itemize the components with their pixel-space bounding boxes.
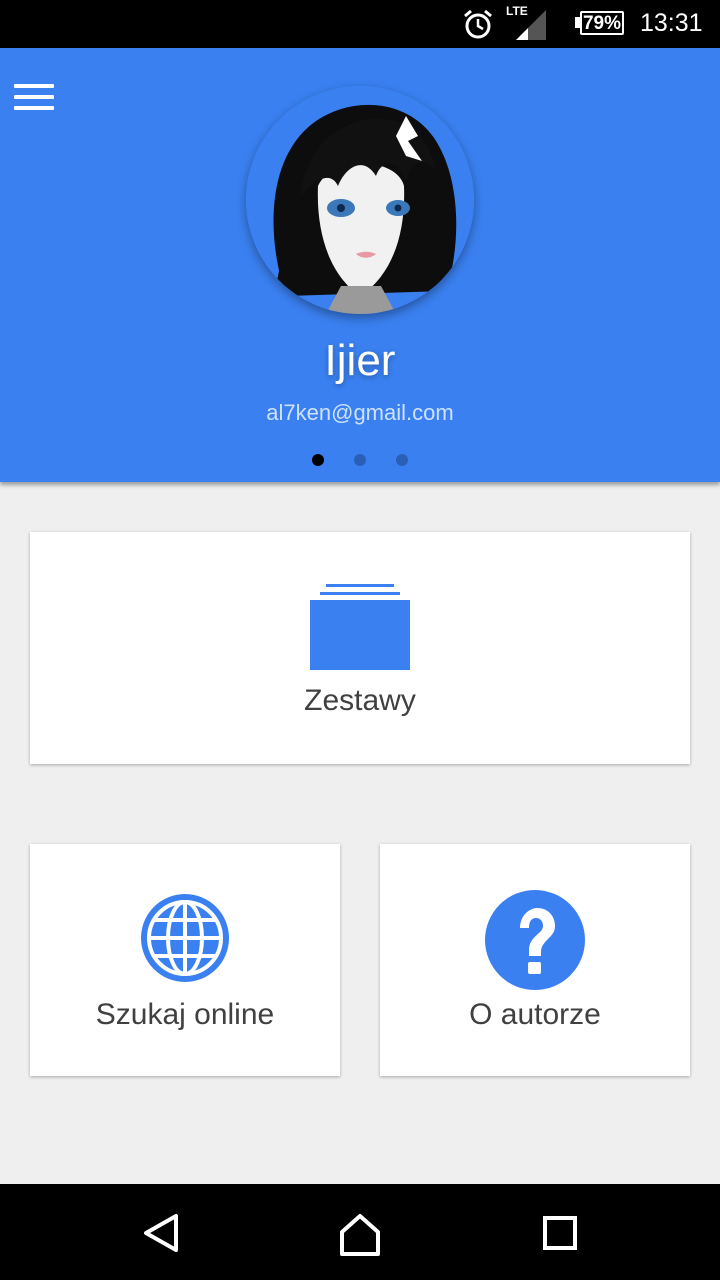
page-indicator (0, 454, 720, 468)
signal-icon (516, 10, 546, 40)
back-icon[interactable] (130, 1208, 190, 1258)
sets-tile[interactable]: Zestawy (30, 532, 690, 764)
help-circle-icon (485, 890, 585, 990)
search-online-tile[interactable]: Szukaj online (30, 844, 340, 1076)
about-author-label: O autorze (469, 998, 601, 1031)
navigation-bar (0, 1184, 720, 1280)
page-indicator-dot-3[interactable] (396, 454, 408, 466)
user-email: al7ken@gmail.com (266, 400, 454, 425)
alarm-icon (464, 9, 492, 39)
home-icon[interactable] (330, 1208, 390, 1258)
page-indicator-dot-2[interactable] (354, 454, 366, 466)
search-online-label: Szukaj online (95, 998, 275, 1031)
status-bar: LTE 79% 13:31 (0, 0, 720, 48)
avatar-image (246, 86, 474, 314)
battery-level: 79% (580, 11, 624, 35)
about-author-tile[interactable]: O autorze (380, 844, 690, 1076)
profile-header: Ijier al7ken@gmail.com (0, 48, 720, 482)
folder-stack-icon (310, 584, 410, 670)
recents-icon[interactable] (530, 1208, 590, 1258)
sets-label: Zestawy (304, 684, 416, 717)
hamburger-menu-icon[interactable] (8, 74, 60, 120)
avatar[interactable] (246, 86, 474, 314)
page-indicator-dot-1[interactable] (312, 454, 324, 466)
user-name: Ijier (324, 336, 396, 385)
globe-icon (141, 894, 229, 982)
clock: 13:31 (640, 9, 703, 37)
